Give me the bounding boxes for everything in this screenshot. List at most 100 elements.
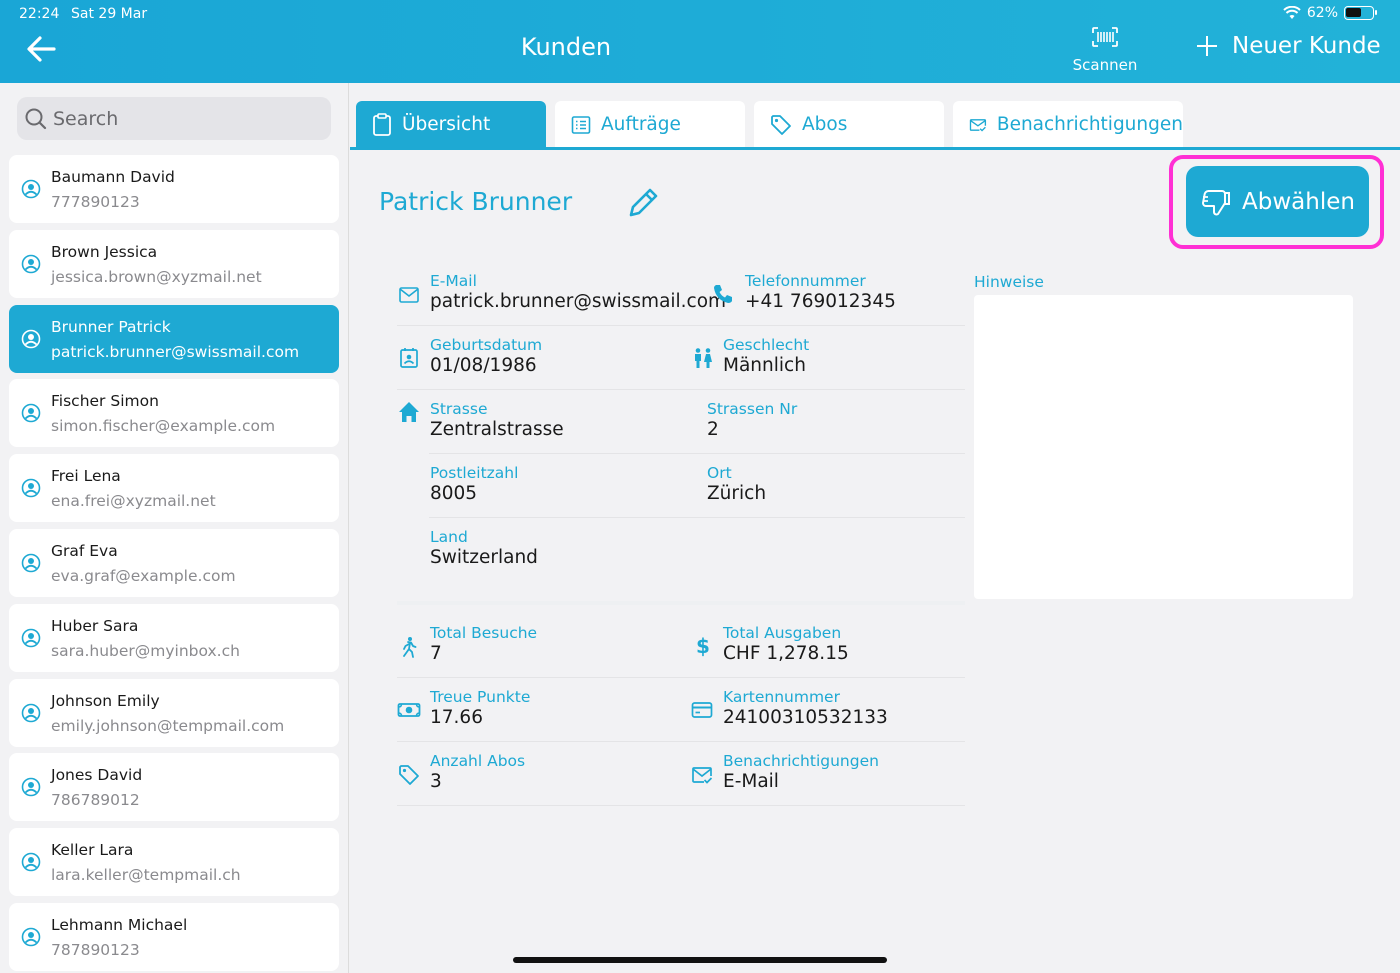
status-time: 22:24 [19,6,60,22]
city-value: Zürich [707,483,767,504]
divider [397,805,965,806]
customer-name: Jones David [51,766,143,785]
mail-icon [399,287,419,303]
barcode-scan-icon [1092,27,1118,47]
email-label: E-Mail [430,272,477,290]
user-circle-icon [21,478,41,498]
walking-icon [403,637,417,658]
tag-icon [399,765,419,785]
points-value: 17.66 [430,707,483,728]
detail-tabs: Übersicht Aufträge Abos Benachrichtigung… [350,83,1400,150]
notification-pref-field: Benachrichtigungen E-Mail [723,752,879,792]
customer-list-item[interactable]: Baumann David 777890123 [9,155,339,223]
tab-label: Aufträge [601,114,681,135]
visits-value: 7 [430,643,442,664]
new-customer-button[interactable]: Neuer Kunde [1196,33,1381,59]
points-field: Treue Punkte 17.66 [430,688,530,728]
customer-contact: emily.johnson@tempmail.com [51,716,285,735]
gender-label: Geschlecht [723,336,810,354]
visits-label: Total Besuche [430,624,538,642]
customer-name: Huber Sara [51,616,139,635]
birthdate-field: Geburtsdatum 01/08/1986 [430,336,542,376]
search-placeholder: Search [53,107,119,130]
tag-icon [771,114,791,135]
status-date: Sat 29 Mar [71,6,148,22]
customer-name: Brunner Patrick [51,317,171,336]
battery-icon [1344,6,1377,20]
customer-list-item[interactable]: Fischer Simon simon.fischer@example.com [9,379,339,448]
customer-list-item[interactable]: Lehmann Michael 787890123 [9,902,339,971]
notes-textarea[interactable] [974,295,1353,599]
notification-pref-value: E-Mail [723,771,779,792]
customer-list-item[interactable]: Johnson Emily emily.johnson@tempmail.com [9,678,339,747]
phone-icon [714,285,732,303]
new-customer-label: Neuer Kunde [1232,33,1381,59]
section-divider [397,601,965,605]
email-value: patrick.brunner@swissmail.com [430,291,727,312]
customer-list-item[interactable]: Keller Lara lara.keller@tempmail.ch [9,828,339,897]
scan-button[interactable]: Scannen [1066,26,1144,74]
back-arrow-icon[interactable] [24,32,58,66]
spend-label: Total Ausgaben [723,624,842,642]
status-indicators: 62% [1283,5,1377,21]
customer-name: Fischer Simon [51,392,159,411]
thumbs-down-icon [1202,189,1230,215]
subscriptions-count-value: 3 [430,771,442,792]
mail-check-icon [969,118,987,132]
svg-text:$: $ [696,635,710,657]
divider [397,325,965,326]
gender-icon [695,348,712,368]
customer-list-item[interactable]: Jones David 786789012 [9,753,339,822]
country-label: Land [430,528,468,546]
clipboard-icon [373,112,391,136]
spend-value: CHF 1,278.15 [723,643,849,664]
visits-field: Total Besuche 7 [430,624,537,664]
gender-field: Geschlecht Männlich [723,336,809,376]
customer-list-item[interactable]: Huber Sara sara.huber@myinbox.ch [9,603,339,672]
customer-name: Johnson Emily [51,691,160,710]
customer-list-item-selected[interactable]: Brunner Patrick patrick.brunner@swissmai… [9,304,339,373]
spend-field: Total Ausgaben CHF 1,278.15 [723,624,849,664]
user-circle-icon [21,179,41,199]
user-circle-icon [21,329,41,348]
customer-contact: jessica.brown@xyzmail.net [51,267,262,286]
user-circle-icon [21,703,41,722]
customer-contact: lara.keller@tempmail.ch [51,866,241,885]
divider [429,517,965,518]
gender-value: Männlich [723,355,806,376]
tab-label: Benachrichtigungen [996,114,1183,135]
customer-sidebar: Search Baumann David 777890123 Brown Jes… [0,83,349,973]
customer-list-item[interactable]: Brown Jessica jessica.brown@xyzmail.net [9,229,339,298]
customer-name: Lehmann Michael [51,915,188,934]
zip-value: 8005 [430,483,478,504]
customer-list-item[interactable]: Frei Lena ena.frei@xyzmail.net [9,454,339,523]
street-number-field: Strassen Nr 2 [707,400,797,440]
customer-list-item[interactable]: Graf Eva eva.graf@example.com [9,528,339,597]
pencil-edit-icon[interactable] [626,186,660,220]
notes-label: Hinweise [974,273,1044,291]
deselect-label: Abwählen [1242,188,1355,215]
customer-contact: patrick.brunner@swissmail.com [51,342,300,361]
card-number-label: Kartennummer [723,688,840,706]
tab-subscriptions[interactable]: Abos [754,101,944,148]
points-label: Treue Punkte [430,688,531,706]
birthdate-label: Geburtsdatum [430,336,543,354]
card-number-value: 24100310532133 [723,707,888,728]
tab-underline [350,147,1400,150]
scan-label: Scannen [1072,56,1138,74]
customer-contact: eva.graf@example.com [51,566,236,585]
customer-contact: ena.frei@xyzmail.net [51,492,216,511]
tab-orders[interactable]: Aufträge [555,101,745,148]
customer-name: Brown Jessica [51,242,158,261]
search-input[interactable]: Search [17,97,331,140]
tab-overview[interactable]: Übersicht [356,101,546,148]
deselect-button[interactable]: Abwählen [1186,166,1369,237]
customer-contact: simon.fischer@example.com [51,417,276,436]
battery-percent: 62% [1306,5,1338,21]
email-field: E-Mail patrick.brunner@swissmail.com [430,272,726,312]
tab-notifications[interactable]: Benachrichtigungen [953,101,1183,148]
street-value: Zentralstrasse [430,419,564,440]
street-number-label: Strassen Nr [707,400,798,418]
customer-name: Graf Eva [51,541,118,560]
subscriptions-count-label: Anzahl Abos [430,752,526,770]
